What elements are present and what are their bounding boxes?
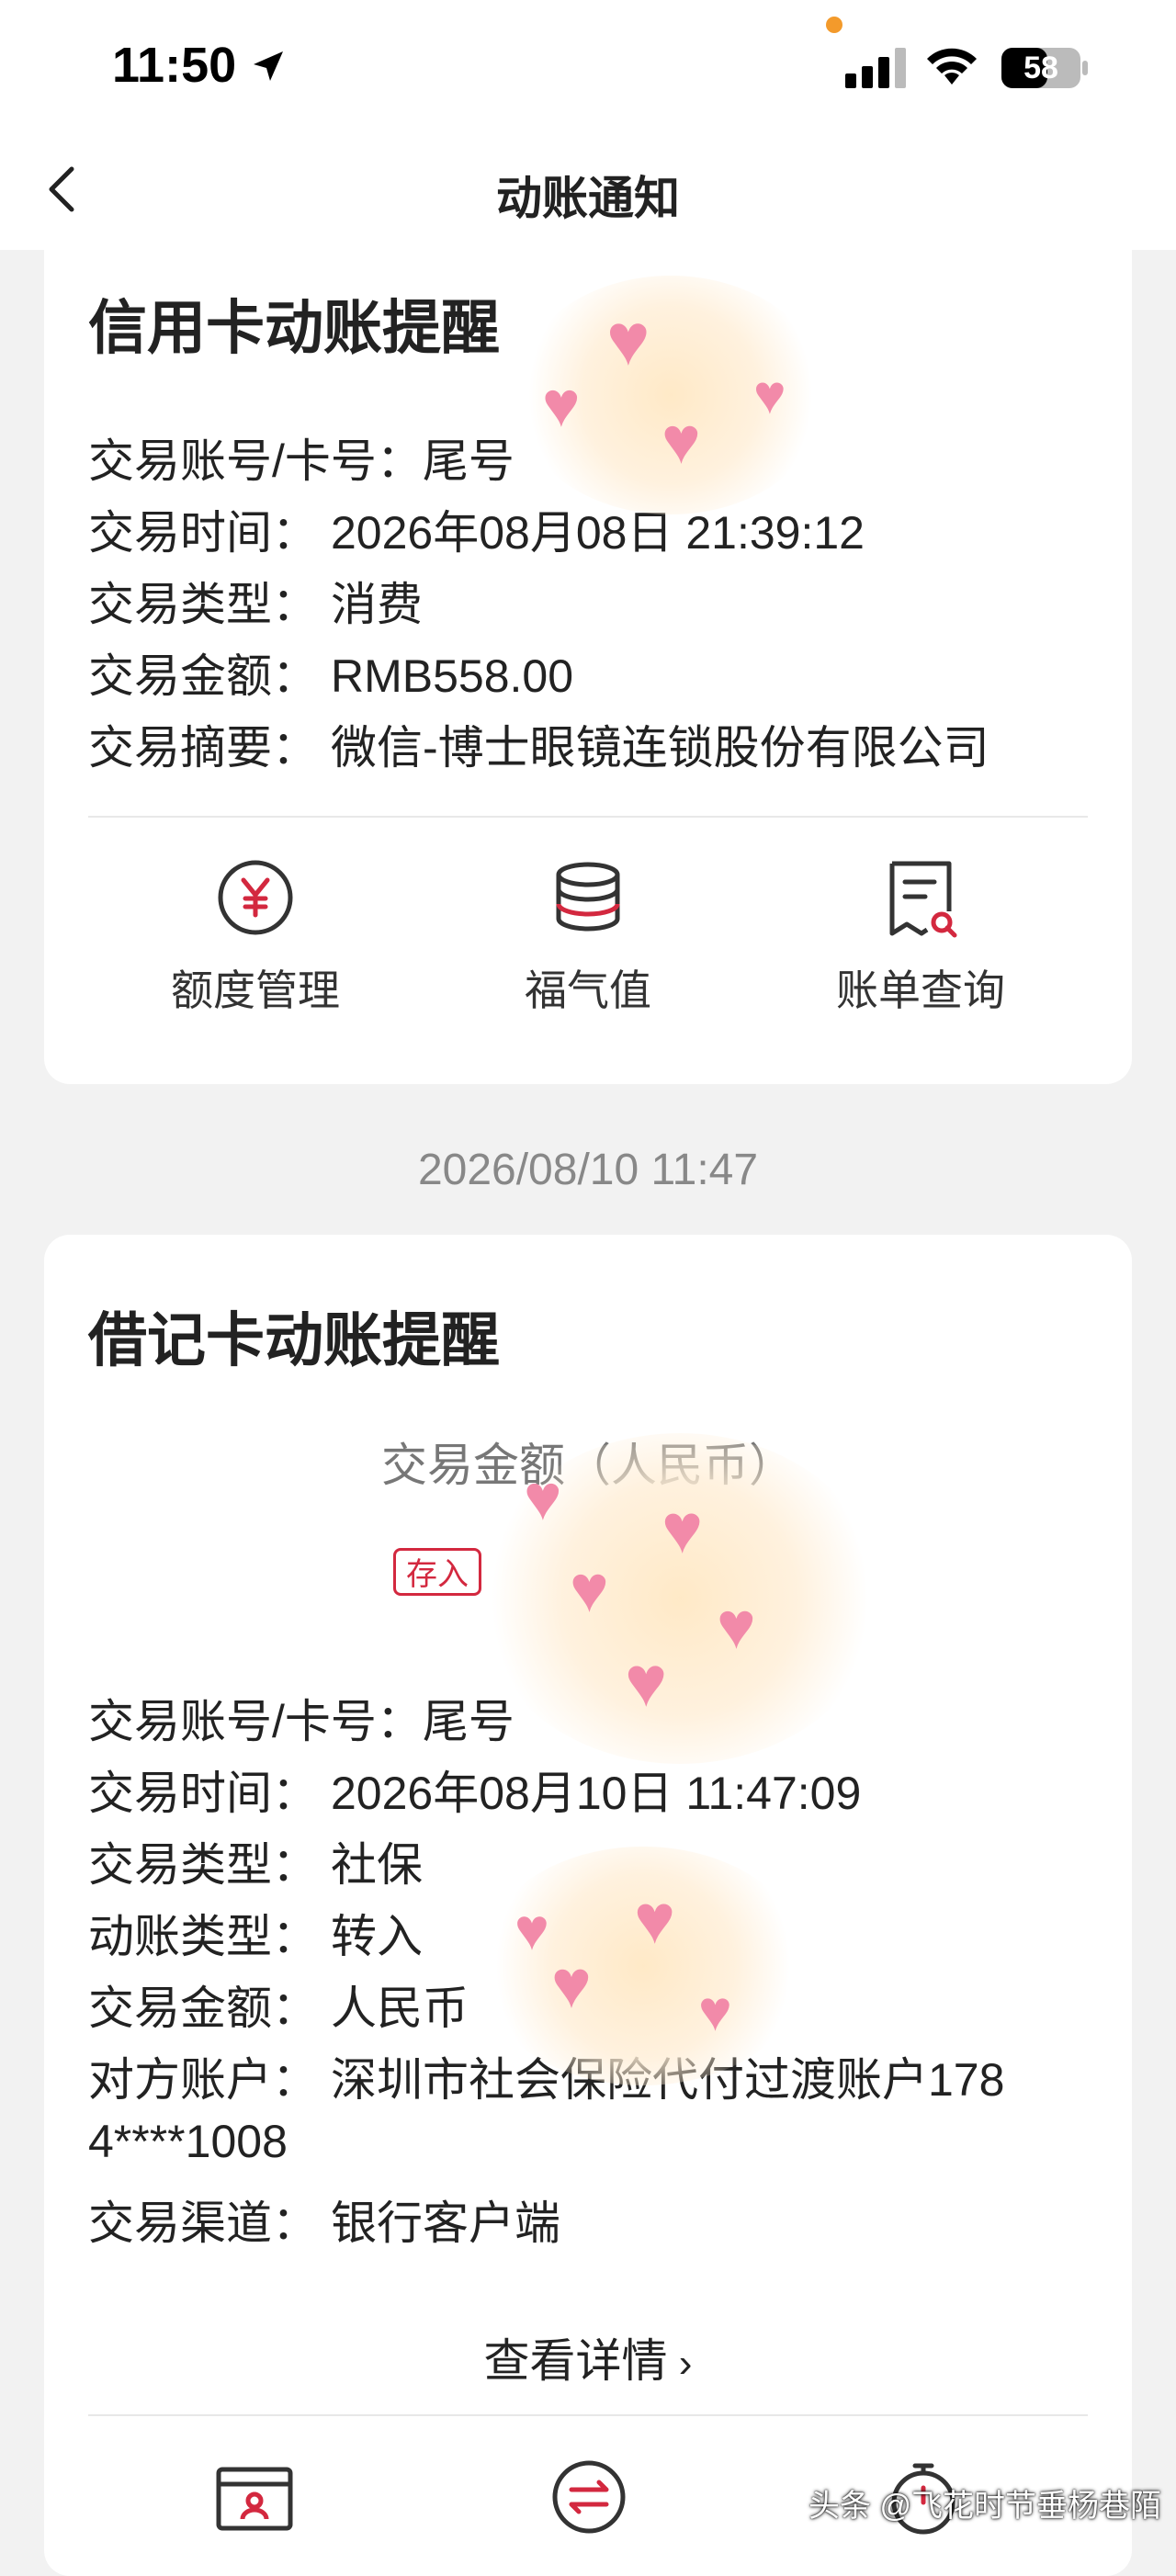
transfer-icon[interactable] (548, 2458, 630, 2536)
heart-icon: ♥ (662, 1490, 704, 1568)
debit-row-movement: 动账类型： 转入 (88, 1911, 423, 1962)
heart-icon: ♥ (514, 1896, 549, 1962)
heart-icon: ♥ (570, 1553, 609, 1626)
credit-card-title: 信用卡动账提醒 (88, 295, 500, 361)
chevron-right-icon: › (667, 2341, 693, 2386)
credit-row-amount: 交易金额： RMB558.00 (88, 650, 574, 702)
quota-management-button[interactable]: 额度管理 (108, 856, 402, 1018)
credit-row-time: 交易时间： 2026年08月08日 21:39:12 (88, 507, 865, 559)
heart-icon: ♥ (698, 1980, 732, 2043)
heart-icon: ♥ (625, 1641, 668, 1722)
debit-card-title: 借记卡动账提醒 (88, 1307, 500, 1373)
debit-row-type: 交易类型： 社保 (88, 1839, 423, 1891)
page-title: 动账通知 (496, 173, 680, 224)
cellular-signal-icon (845, 48, 906, 88)
yuan-circle-icon (218, 860, 293, 935)
location-arrow-icon (254, 51, 283, 81)
watermark: 头条 @飞花时节垂杨巷陌 (808, 2489, 1161, 2524)
heart-icon: ♥ (542, 368, 581, 440)
deposit-badge: 存入 (393, 1548, 481, 1596)
view-details-link[interactable]: 查看详情 › (44, 2324, 1132, 2390)
fortune-value-button[interactable]: 福气值 (441, 856, 735, 1018)
debit-row-counterparty-cont: 4****1008 (88, 2116, 288, 2167)
heart-icon: ♥ (662, 404, 701, 478)
card-divider (88, 816, 1088, 818)
card-divider (88, 2414, 1088, 2416)
heart-icon: ♥ (753, 364, 786, 425)
id-card-icon[interactable] (213, 2462, 296, 2536)
credit-row-summary: 交易摘要： 微信-博士眼镜连锁股份有限公司 (88, 722, 989, 774)
bill-search-icon (889, 861, 957, 938)
message-timestamp: 2026/08/10 11:47 (417, 1146, 759, 1194)
heart-icon: ♥ (524, 1462, 562, 1533)
privacy-indicator-dot (826, 17, 842, 33)
coin-stack-icon (556, 862, 620, 932)
debit-row-amount: 交易金额： 人民币 (88, 1983, 469, 2034)
battery-level: 58 (1023, 51, 1058, 85)
debit-row-account: 交易账号/卡号：尾号 (88, 1696, 514, 1747)
heart-icon: ♥ (634, 1881, 676, 1959)
credit-row-account: 交易账号/卡号：尾号 (88, 435, 514, 487)
bill-query-button[interactable]: 账单查询 (774, 856, 1068, 1018)
heart-icon: ♥ (606, 299, 650, 380)
heart-icon: ♥ (717, 1589, 756, 1663)
status-time: 11:50 (112, 38, 237, 93)
heart-icon: ♥ (551, 1946, 592, 2022)
debit-row-time: 交易时间： 2026年08月10日 11:47:09 (88, 1768, 862, 1819)
debit-row-channel: 交易渠道： 银行客户端 (88, 2198, 560, 2249)
wifi-icon (927, 48, 977, 85)
credit-row-type: 交易类型： 消费 (88, 579, 423, 630)
